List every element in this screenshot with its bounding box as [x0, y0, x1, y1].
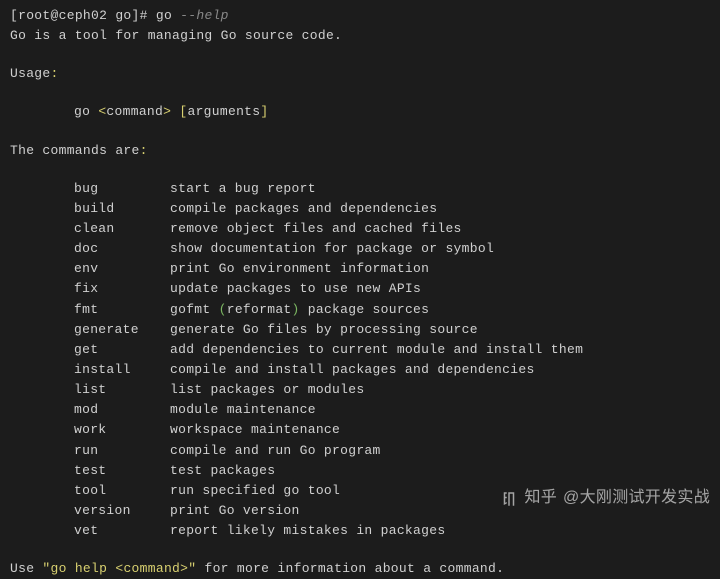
command-row: testtest packages	[10, 461, 710, 481]
syntax-cmd: go	[74, 104, 98, 119]
command-row: fmtgofmt (reformat) package sources	[10, 300, 710, 320]
command-name: doc	[74, 239, 170, 259]
command-name: fix	[74, 279, 170, 299]
footer-help-cmd: go help	[51, 561, 116, 576]
command-row: cleanremove object files and cached file…	[10, 219, 710, 239]
command-row: listlist packages or modules	[10, 380, 710, 400]
command-desc: compile packages and dependencies	[170, 201, 437, 216]
shell-prompt-line: [root@ceph02 go]# go --help	[10, 6, 710, 26]
usage-label: Usage:	[10, 64, 710, 84]
user-host: root@ceph02	[18, 8, 107, 23]
command-name: test	[74, 461, 170, 481]
command-row: runcompile and run Go program	[10, 441, 710, 461]
bracket-open: [	[10, 8, 18, 23]
command-desc: compile and run Go program	[170, 443, 381, 458]
command-row: modmodule maintenance	[10, 400, 710, 420]
usage-word: Usage	[10, 66, 51, 81]
command-desc-pre: gofmt	[170, 302, 219, 317]
command-name: run	[74, 441, 170, 461]
footer-help-arg: command	[123, 561, 180, 576]
command-name: tool	[74, 481, 170, 501]
command-desc: start a bug report	[170, 181, 316, 196]
command-name: build	[74, 199, 170, 219]
command-name: work	[74, 420, 170, 440]
syntax-arguments: arguments	[187, 104, 260, 119]
command-name: mod	[74, 400, 170, 420]
command-row: generategenerate Go files by processing …	[10, 320, 710, 340]
square-close-icon: ]	[260, 104, 268, 119]
footer-help-line: Use "go help <command>" for more informa…	[10, 559, 710, 579]
paren-open-icon: (	[219, 302, 227, 317]
commands-list: bugstart a bug reportbuildcompile packag…	[10, 179, 710, 542]
command-desc: module maintenance	[170, 402, 316, 417]
command-name: version	[74, 501, 170, 521]
command-desc-post: package sources	[300, 302, 430, 317]
typed-command: go	[156, 8, 180, 23]
bracket-close: ]	[132, 8, 140, 23]
command-name: list	[74, 380, 170, 400]
command-name: generate	[74, 320, 170, 340]
command-row: getadd dependencies to current module an…	[10, 340, 710, 360]
command-row: installcompile and install packages and …	[10, 360, 710, 380]
command-name: fmt	[74, 300, 170, 320]
commands-header: The commands are:	[10, 141, 710, 161]
commands-header-text: The commands are	[10, 143, 140, 158]
command-desc: print Go version	[170, 503, 300, 518]
command-desc: run specified go tool	[170, 483, 340, 498]
command-row: workworkspace maintenance	[10, 420, 710, 440]
footer-pre: Use	[10, 561, 42, 576]
command-name: install	[74, 360, 170, 380]
command-desc: workspace maintenance	[170, 422, 340, 437]
command-desc: add dependencies to current module and i…	[170, 342, 583, 357]
command-row: docshow documentation for package or sym…	[10, 239, 710, 259]
command-desc: test packages	[170, 463, 275, 478]
usage-colon: :	[51, 66, 59, 81]
command-row: vetreport likely mistakes in packages	[10, 521, 710, 541]
quote-open-icon: "	[42, 561, 50, 576]
commands-colon: :	[140, 143, 148, 158]
command-desc: compile and install packages and depende…	[170, 362, 535, 377]
command-desc: generate Go files by processing source	[170, 322, 478, 337]
prompt-hash: #	[140, 8, 156, 23]
usage-syntax: go <command> [arguments]	[10, 102, 710, 122]
command-desc: show documentation for package or symbol	[170, 241, 494, 256]
paren-close-icon: )	[292, 302, 300, 317]
quote-close-icon: "	[188, 561, 196, 576]
footer-post: for more information about a command.	[196, 561, 504, 576]
command-name: env	[74, 259, 170, 279]
command-row: bugstart a bug report	[10, 179, 710, 199]
command-row: fixupdate packages to use new APIs	[10, 279, 710, 299]
command-desc: list packages or modules	[170, 382, 364, 397]
command-row: versionprint Go version	[10, 501, 710, 521]
command-desc: update packages to use new APIs	[170, 281, 421, 296]
command-name: bug	[74, 179, 170, 199]
command-desc: remove object files and cached files	[170, 221, 462, 236]
command-desc: report likely mistakes in packages	[170, 523, 445, 538]
command-desc: print Go environment information	[170, 261, 429, 276]
command-desc-mid: reformat	[227, 302, 292, 317]
footer-angle-open-icon: <	[115, 561, 123, 576]
command-name: clean	[74, 219, 170, 239]
footer-angle-close-icon: >	[180, 561, 188, 576]
command-row: toolrun specified go tool	[10, 481, 710, 501]
command-row: buildcompile packages and dependencies	[10, 199, 710, 219]
command-name: get	[74, 340, 170, 360]
syntax-command-arg: command	[106, 104, 163, 119]
intro-text: Go is a tool for managing Go source code…	[10, 26, 710, 46]
command-row: envprint Go environment information	[10, 259, 710, 279]
cwd: go	[107, 8, 131, 23]
command-name: vet	[74, 521, 170, 541]
typed-flag: --help	[180, 8, 229, 23]
